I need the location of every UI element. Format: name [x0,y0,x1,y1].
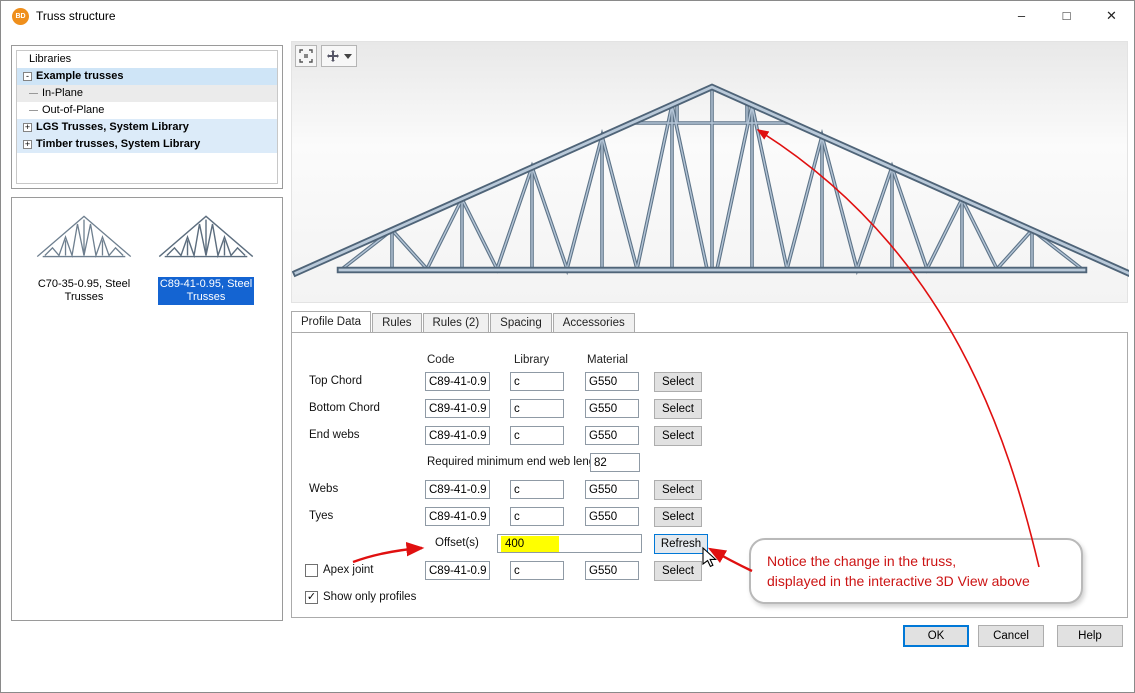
apex-joint-material-input[interactable] [585,561,639,580]
code-column-header: Code [427,354,455,366]
tab-rules[interactable]: Rules [372,313,421,332]
apex-joint-checkbox[interactable] [305,564,318,577]
app-logo-icon: BD [12,8,29,25]
material-column-header: Material [587,354,628,366]
end-webs-select-button[interactable]: Select [654,426,702,446]
thumbnail-caption: C70-35-0.95, Steel Trusses [36,277,132,305]
show-only-profiles-checkbox[interactable]: ✓ [305,591,318,604]
webs-library-input[interactable] [510,480,564,499]
tyes-label: Tyes [309,510,333,522]
end-webs-material-input[interactable] [585,426,639,445]
tyes-material-input[interactable] [585,507,639,526]
end-webs-label: End webs [309,429,360,441]
callout-line-1: Notice the change in the truss, [767,551,1081,571]
bottom-chord-select-button[interactable]: Select [654,399,702,419]
title-bar: BD Truss structure – □ ✕ [1,1,1134,31]
ok-button[interactable]: OK [903,625,969,647]
truss-3d-model [292,42,1129,304]
truss-gallery-panel: C70-35-0.95, Steel Trusses C89-41-0.95, … [11,197,283,621]
view-mode-button[interactable] [321,45,357,67]
bottom-chord-library-input[interactable] [510,399,564,418]
tab-rules-2[interactable]: Rules (2) [423,313,490,332]
offset-value-highlight: 400 [501,536,559,552]
tab-strip: Profile DataRulesRules (2)SpacingAccesso… [291,313,636,333]
tree-branch-line [29,110,38,111]
libraries-header: Libraries [17,51,277,68]
libraries-groupbox: Libraries - Example trusses In-Plane Out… [11,45,283,189]
expand-icon[interactable]: + [23,140,32,149]
pan-view-icon [326,49,340,63]
apex-joint-library-input[interactable] [510,561,564,580]
library-column-header: Library [514,354,549,366]
end-webs-library-input[interactable] [510,426,564,445]
webs-label: Webs [309,483,338,495]
tyes-library-input[interactable] [510,507,564,526]
chevron-down-icon [344,54,352,59]
tree-item-lgs-trusses[interactable]: + LGS Trusses, System Library [17,119,277,136]
truss-thumbnail-image [34,206,134,268]
maximize-button[interactable]: □ [1044,1,1089,31]
minimize-button[interactable]: – [999,1,1044,31]
cancel-button[interactable]: Cancel [978,625,1044,647]
tree-item-out-of-plane[interactable]: Out-of-Plane [17,102,277,119]
truss-thumbnail-image [156,206,256,268]
tyes-code-input[interactable] [425,507,490,526]
end-webs-code-input[interactable] [425,426,490,445]
collapse-icon[interactable]: - [23,72,32,81]
webs-code-input[interactable] [425,480,490,499]
annotation-callout: Notice the change in the truss, displaye… [749,538,1083,604]
truss-thumbnail-c70[interactable]: C70-35-0.95, Steel Trusses [26,206,142,305]
window-title: Truss structure [36,9,116,23]
top-chord-code-input[interactable] [425,372,490,391]
tab-spacing[interactable]: Spacing [490,313,552,332]
apex-joint-code-input[interactable] [425,561,490,580]
top-chord-material-input[interactable] [585,372,639,391]
offset-label: Offset(s) [435,537,479,549]
top-chord-label: Top Chord [309,375,362,387]
close-button[interactable]: ✕ [1089,1,1134,31]
apex-joint-select-button[interactable]: Select [654,561,702,581]
tree-item-example-trusses[interactable]: - Example trusses [17,68,277,85]
offset-input[interactable]: 400 [497,534,642,553]
apex-joint-label: Apex joint [323,564,374,576]
top-chord-library-input[interactable] [510,372,564,391]
truss-3d-view[interactable] [291,41,1128,303]
min-end-web-length-label: Required minimum end web length [427,456,605,468]
truss-structure-dialog: BD Truss structure – □ ✕ Libraries - Exa… [0,0,1135,693]
help-button[interactable]: Help [1057,625,1123,647]
thumbnail-caption-selected: C89-41-0.95, Steel Trusses [158,277,254,305]
fit-view-icon [299,49,313,63]
tree-item-in-plane[interactable]: In-Plane [17,85,277,102]
show-only-profiles-label: Show only profiles [323,591,416,603]
webs-material-input[interactable] [585,480,639,499]
tree-branch-line [29,93,38,94]
webs-select-button[interactable]: Select [654,480,702,500]
tyes-select-button[interactable]: Select [654,507,702,527]
refresh-button[interactable]: Refresh [654,534,708,554]
bottom-chord-material-input[interactable] [585,399,639,418]
min-end-web-length-input[interactable] [590,453,640,472]
bottom-chord-code-input[interactable] [425,399,490,418]
expand-icon[interactable]: + [23,123,32,132]
bottom-chord-label: Bottom Chord [309,402,380,414]
checkmark-icon: ✓ [307,591,316,603]
top-chord-select-button[interactable]: Select [654,372,702,392]
tab-profile-data[interactable]: Profile Data [291,311,371,332]
tree-item-timber-trusses[interactable]: + Timber trusses, System Library [17,136,277,153]
tab-accessories[interactable]: Accessories [553,313,635,332]
libraries-tree: Libraries - Example trusses In-Plane Out… [16,50,278,184]
truss-thumbnail-c89[interactable]: C89-41-0.95, Steel Trusses [148,206,264,305]
callout-line-2: displayed in the interactive 3D View abo… [767,571,1081,591]
fit-view-button[interactable] [295,45,317,67]
